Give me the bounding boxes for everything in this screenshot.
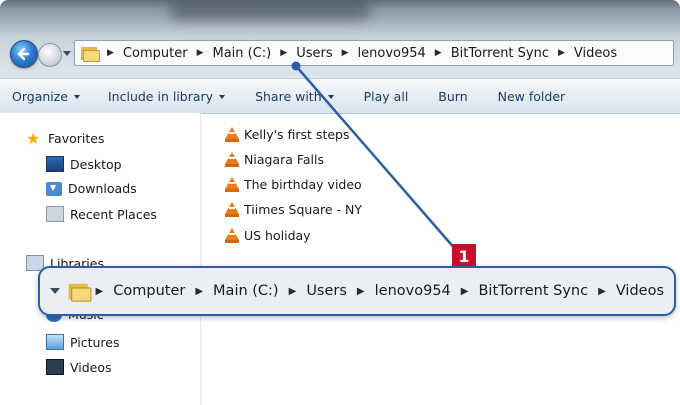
breadcrumb-separator-icon: ▶ — [598, 285, 606, 297]
callout-breadcrumb-users: Users — [306, 283, 347, 299]
callout-breadcrumb-lenovo954: lenovo954 — [374, 283, 451, 299]
folder-icon — [68, 281, 92, 302]
callout-breadcrumb-bittorrent-sync: BitTorrent Sync — [478, 283, 589, 299]
breadcrumb-separator-icon: ▶ — [460, 285, 469, 297]
callout-number-badge: 1 — [452, 244, 476, 268]
breadcrumb-separator-icon: ▶ — [95, 285, 104, 297]
callout-breadcrumb-main-c: Main (C:) — [213, 283, 279, 299]
zoomed-address-bar-callout: ▶ Computer ▶ Main (C:) ▶ Users ▶ lenovo9… — [38, 266, 676, 316]
callout-breadcrumb-videos: Videos — [615, 283, 664, 299]
chevron-down-icon — [50, 288, 60, 294]
breadcrumb-separator-icon: ▶ — [195, 285, 204, 297]
breadcrumb-separator-icon: ▶ — [356, 285, 365, 297]
breadcrumb-separator-icon: ▶ — [288, 285, 297, 297]
callout-pointer-line — [291, 61, 457, 251]
explorer-window: ▶ Computer ▶ Main (C:) ▶ Users ▶ lenovo9… — [0, 0, 680, 405]
callout-breadcrumb-computer: Computer — [113, 283, 186, 299]
